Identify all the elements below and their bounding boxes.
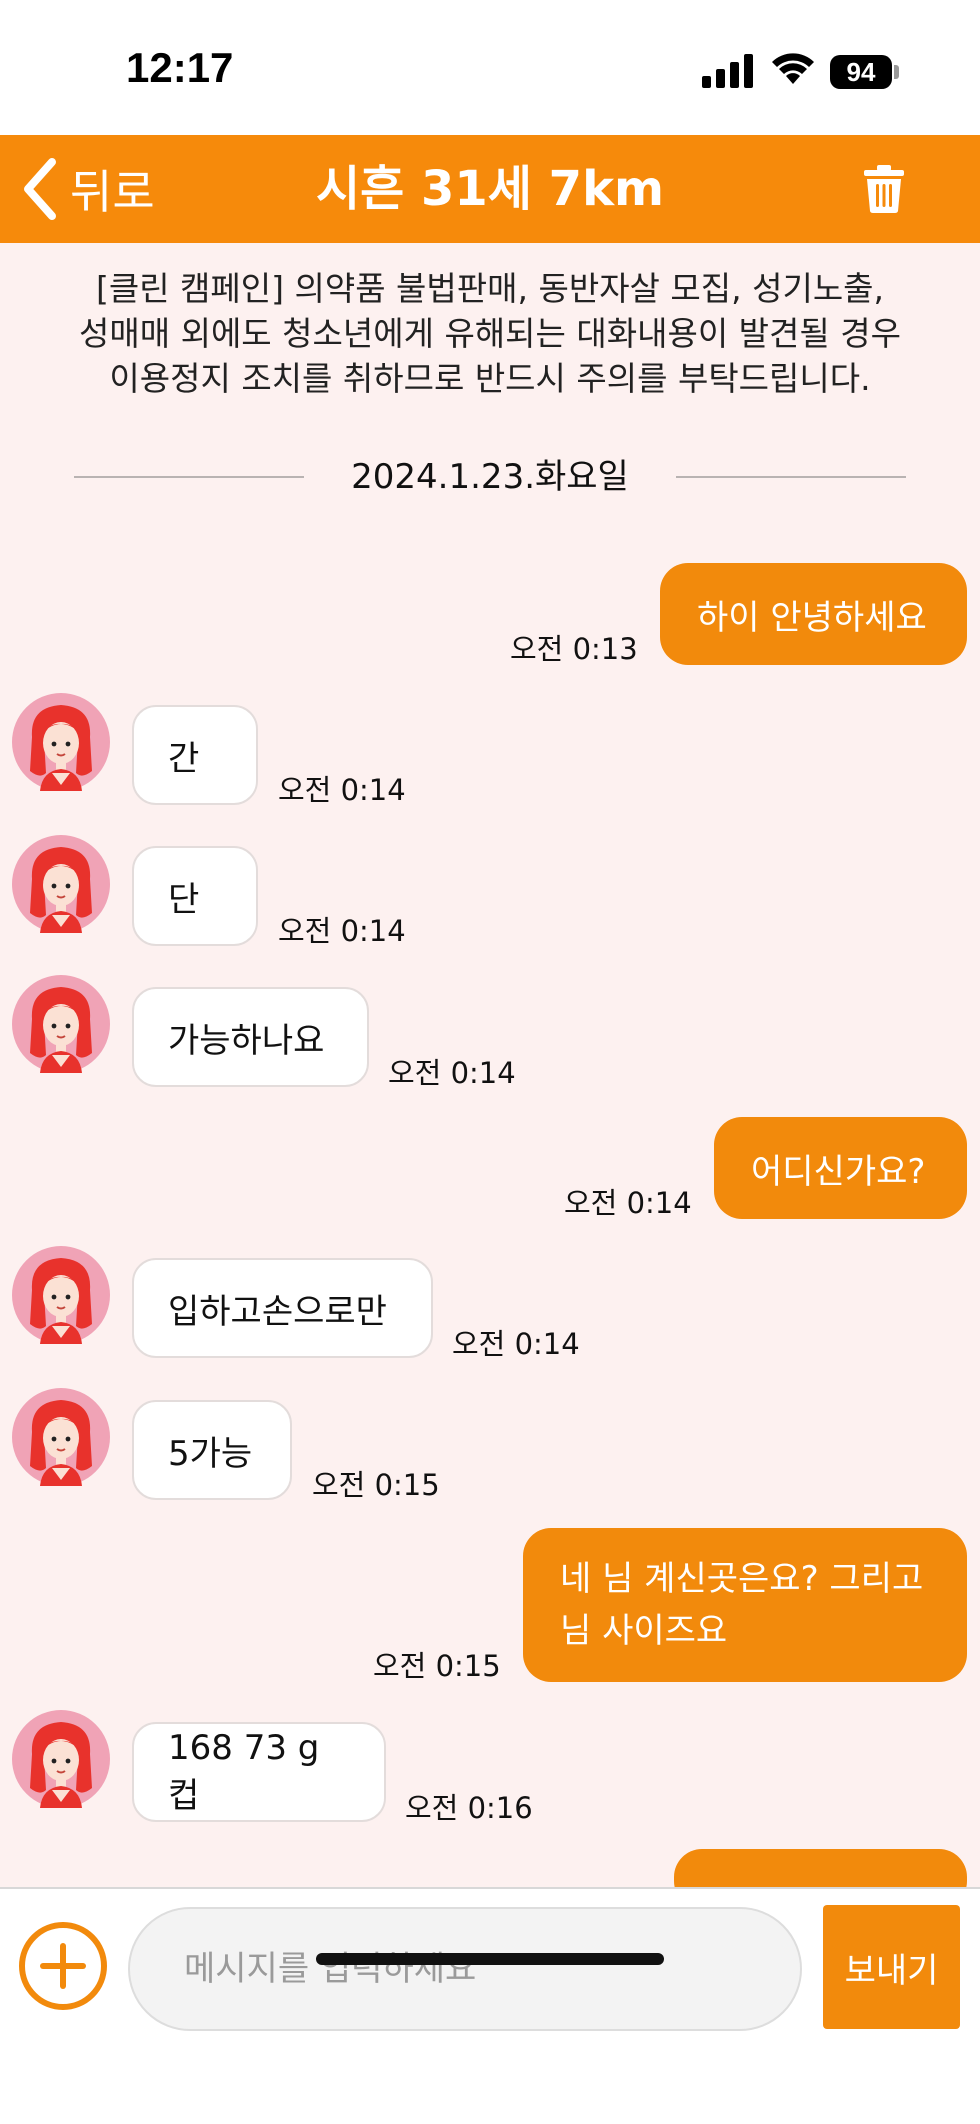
message-input[interactable] bbox=[128, 1907, 802, 2031]
message-text: 하이 안녕하세요 bbox=[697, 597, 927, 638]
avatar[interactable] bbox=[12, 975, 110, 1073]
date-divider: 2024.1.23.화요일 bbox=[0, 452, 980, 502]
avatar[interactable] bbox=[12, 835, 110, 933]
back-button[interactable]: 뒤로 bbox=[20, 135, 190, 243]
message-text: 입하고손으로만 bbox=[168, 1291, 387, 1332]
message-time: 오전 0:14 bbox=[564, 1186, 692, 1220]
avatar[interactable] bbox=[12, 1388, 110, 1486]
message-time: 오전 0:14 bbox=[452, 1327, 580, 1361]
incoming-message-bubble[interactable]: 단 bbox=[132, 846, 258, 946]
clean-campaign-notice: [클린 캠페인] 의약품 불법판매, 동반자살 모집, 성기노출, 성매매 외에… bbox=[30, 266, 950, 401]
cellular-signal-icon bbox=[702, 54, 753, 88]
chat-header: 뒤로 시흔 31세 7km bbox=[0, 135, 980, 243]
message-text: 어디신가요? bbox=[751, 1151, 926, 1192]
message-text: 단 bbox=[168, 879, 200, 920]
trash-icon[interactable] bbox=[864, 165, 904, 213]
incoming-message-bubble[interactable]: 5가능 bbox=[132, 1400, 292, 1500]
message-time: 오전 0:16 bbox=[405, 1791, 533, 1825]
message-text: 가능하나요 bbox=[168, 1020, 325, 1061]
wifi-icon bbox=[772, 53, 814, 84]
incoming-message-bubble[interactable]: 가능하나요 bbox=[132, 987, 369, 1087]
battery-tip bbox=[894, 65, 899, 79]
outgoing-message-bubble[interactable]: 네 님 계신곳은요? 그리고 님 사이즈요 bbox=[523, 1528, 967, 1682]
message-time: 오전 0:15 bbox=[312, 1468, 440, 1502]
message-text: 간 bbox=[168, 738, 200, 779]
status-bar: 12:17 94 bbox=[0, 0, 980, 135]
message-text-line: 네 님 계신곳은요? 그리고 bbox=[560, 1559, 924, 1599]
plus-circle-icon[interactable] bbox=[18, 1921, 108, 2011]
avatar[interactable] bbox=[12, 1710, 110, 1808]
divider-line-right bbox=[676, 476, 906, 478]
notice-line: 성매매 외에도 청소년에게 유해되는 대화내용이 발견될 경우 bbox=[79, 314, 901, 353]
message-time: 오전 0:13 bbox=[510, 632, 638, 666]
outgoing-message-bubble[interactable]: 어디신가요? bbox=[714, 1117, 967, 1219]
notice-line: [클린 캠페인] 의약품 불법판매, 동반자살 모집, 성기노출, bbox=[95, 269, 885, 308]
incoming-message-bubble[interactable]: 입하고손으로만 bbox=[132, 1258, 433, 1358]
back-label: 뒤로 bbox=[70, 165, 155, 219]
status-time: 12:17 bbox=[126, 44, 234, 91]
message-time: 오전 0:14 bbox=[278, 914, 406, 948]
message-time: 오전 0:15 bbox=[373, 1649, 501, 1683]
message-text: 168 73 g컵 bbox=[168, 1727, 320, 1816]
home-indicator bbox=[316, 1953, 664, 1965]
message-text: 5가능 bbox=[168, 1433, 253, 1474]
incoming-message-bubble[interactable]: 간 bbox=[132, 705, 258, 805]
incoming-message-bubble[interactable]: 168 73 g컵 bbox=[132, 1722, 386, 1822]
avatar[interactable] bbox=[12, 693, 110, 791]
page-title: 시흔 31세 7km bbox=[315, 161, 665, 217]
outgoing-message-bubble[interactable]: 하이 안녕하세요 bbox=[660, 563, 967, 665]
avatar[interactable] bbox=[12, 1246, 110, 1344]
message-input-bar: 보내기 bbox=[0, 1887, 980, 2124]
send-button[interactable]: 보내기 bbox=[823, 1905, 960, 2029]
message-time: 오전 0:14 bbox=[388, 1056, 516, 1090]
battery-indicator: 94 bbox=[830, 55, 892, 89]
message-text-line: 님 사이즈요 bbox=[560, 1611, 728, 1651]
chevron-left-icon bbox=[24, 158, 56, 220]
message-time: 오전 0:14 bbox=[278, 773, 406, 807]
notice-line: 이용정지 조치를 취하므로 반드시 주의를 부탁드립니다. bbox=[109, 359, 871, 398]
